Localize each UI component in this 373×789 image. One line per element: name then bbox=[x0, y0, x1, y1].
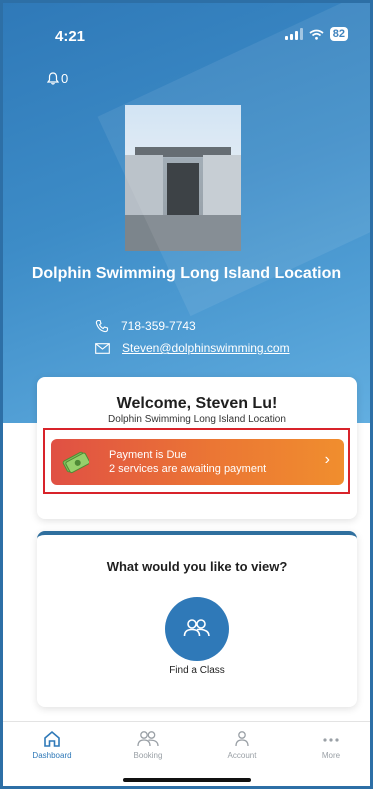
find-class-button[interactable] bbox=[165, 597, 229, 661]
people-icon bbox=[137, 731, 159, 747]
phone-number: 718-359-7743 bbox=[121, 319, 196, 333]
payment-title: Payment is Due bbox=[109, 449, 187, 461]
location-name: Dolphin Swimming Long Island Location bbox=[31, 265, 342, 282]
tab-dashboard[interactable]: Dashboard bbox=[17, 730, 87, 760]
bottom-tab-bar: Dashboard Booking Account More bbox=[3, 721, 370, 786]
phone-link[interactable]: 718-359-7743 bbox=[95, 319, 196, 333]
person-icon bbox=[235, 731, 249, 747]
welcome-title: Welcome, Steven Lu! bbox=[116, 395, 278, 412]
wifi-icon bbox=[309, 29, 324, 40]
status-icons: 82 bbox=[284, 27, 348, 41]
money-icon bbox=[62, 451, 89, 474]
phone-icon bbox=[95, 319, 109, 333]
view-options-title: What would you like to view? bbox=[106, 559, 288, 574]
more-icon bbox=[323, 738, 339, 742]
bell-icon bbox=[47, 72, 59, 85]
payment-highlight: Payment is Due 2 services are awaiting p… bbox=[43, 428, 350, 494]
home-indicator bbox=[123, 778, 251, 782]
tab-more[interactable]: More bbox=[296, 730, 366, 760]
tab-dashboard-label: Dashboard bbox=[32, 751, 72, 760]
payment-text: Payment is Due 2 services are awaiting p… bbox=[109, 448, 266, 476]
home-icon bbox=[44, 730, 60, 747]
email-address: Steven@dolphinswimming.com bbox=[122, 341, 290, 355]
status-bar: 4:21 82 bbox=[3, 3, 370, 47]
battery-indicator: 82 bbox=[329, 27, 348, 41]
people-icon bbox=[183, 619, 210, 637]
tab-account-label: Account bbox=[227, 751, 257, 760]
chevron-right-icon: › bbox=[324, 451, 330, 468]
tab-more-label: More bbox=[321, 751, 341, 760]
location-photo bbox=[125, 105, 241, 251]
payment-due-banner[interactable]: Payment is Due 2 services are awaiting p… bbox=[51, 439, 344, 485]
welcome-subtitle: Dolphin Swimming Long Island Location bbox=[108, 414, 286, 425]
tab-account[interactable]: Account bbox=[207, 730, 277, 760]
notification-count: 0 bbox=[61, 71, 69, 86]
notifications-button[interactable]: 0 bbox=[47, 71, 68, 86]
status-time: 4:21 bbox=[55, 28, 86, 45]
email-link[interactable]: Steven@dolphinswimming.com bbox=[95, 341, 290, 355]
tab-booking-label: Booking bbox=[133, 751, 163, 760]
view-options-card: What would you like to view? Find a Clas… bbox=[37, 531, 357, 707]
payment-message: 2 services are awaiting payment bbox=[109, 463, 267, 475]
app-screen: 4:21 82 0 Dolphin Swimming Long Island L… bbox=[0, 0, 373, 789]
welcome-card: Welcome, Steven Lu! Dolphin Swimming Lon… bbox=[37, 377, 357, 519]
signal-icon bbox=[284, 28, 303, 40]
location-header: 4:21 82 0 Dolphin Swimming Long Island L… bbox=[3, 3, 370, 423]
envelope-icon bbox=[95, 342, 110, 354]
find-class-label: Find a Class bbox=[169, 665, 225, 676]
tab-booking[interactable]: Booking bbox=[113, 730, 183, 760]
